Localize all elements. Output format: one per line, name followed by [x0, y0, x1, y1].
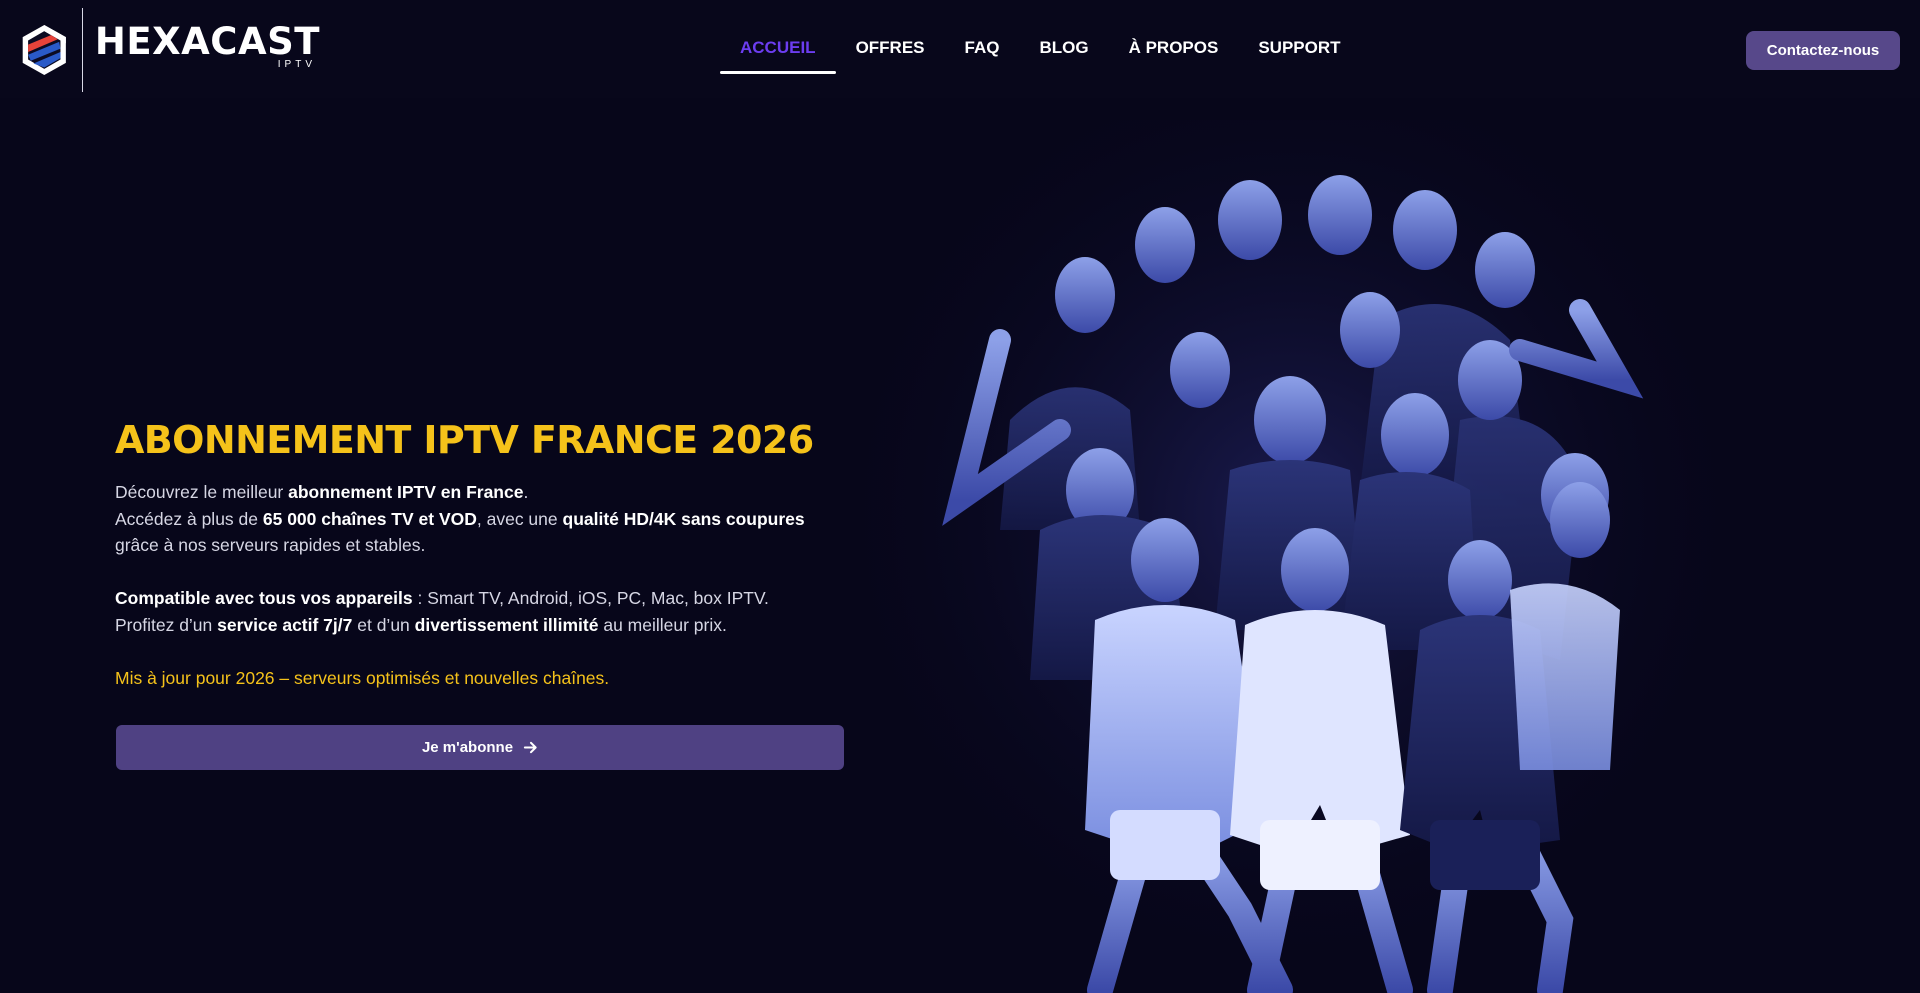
- nav-item-offres[interactable]: OFFRES: [836, 24, 945, 74]
- main-nav: ACCUEIL OFFRES FAQ BLOG À PROPOS SUPPORT: [720, 24, 1361, 74]
- brand-logo[interactable]: HEXACAST IPTV: [20, 8, 320, 92]
- site-header: HEXACAST IPTV ACCUEIL OFFRES FAQ BLOG À …: [0, 0, 1920, 98]
- contact-button[interactable]: Contactez-nous: [1746, 31, 1900, 70]
- logo-divider: [81, 8, 83, 92]
- hero-description: Découvrez le meilleur abonnement IPTV en…: [115, 479, 855, 691]
- football-players-image: [860, 120, 1720, 993]
- hero-line-3: grâce à nos serveurs rapides et stables.: [115, 535, 426, 555]
- nav-item-faq[interactable]: FAQ: [945, 24, 1020, 74]
- hero-title: ABONNEMENT IPTV FRANCE 2026: [115, 418, 814, 462]
- logo-text: HEXACAST IPTV: [95, 20, 320, 80]
- subscribe-button-label: Je m'abonne: [421, 739, 514, 756]
- nav-item-accueil[interactable]: ACCUEIL: [720, 24, 836, 74]
- brand-name: HEXACAST: [94, 20, 320, 63]
- arrow-right-icon: [523, 741, 537, 754]
- hexagon-logo-icon: [22, 25, 66, 75]
- hero-update-note: Mis à jour pour 2026 – serveurs optimisé…: [115, 667, 610, 688]
- nav-item-blog[interactable]: BLOG: [1019, 24, 1108, 74]
- hero-line-5: Profitez d’un service actif 7j/7 et d’un…: [115, 614, 727, 635]
- hero-line-4: Compatible avec tous vos appareils : Sma…: [115, 588, 769, 608]
- brand-subtitle: IPTV: [277, 59, 316, 70]
- nav-item-a-propos[interactable]: À PROPOS: [1109, 24, 1239, 74]
- nav-item-support[interactable]: SUPPORT: [1238, 24, 1360, 74]
- hero-line-1: Découvrez le meilleur abonnement IPTV en…: [115, 482, 529, 502]
- hero-line-2: Accédez à plus de 65 000 chaînes TV et V…: [115, 508, 805, 529]
- subscribe-button[interactable]: Je m'abonne: [116, 725, 844, 770]
